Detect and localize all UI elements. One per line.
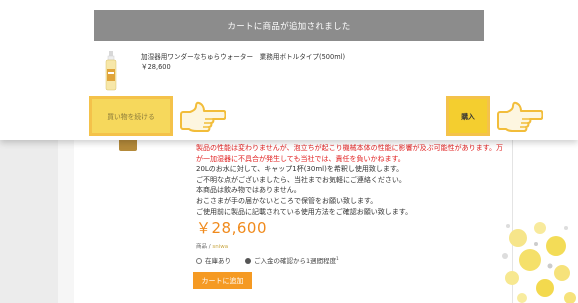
shipping-info: ご入金の確認から1週間程度1	[245, 255, 339, 265]
decorative-dots	[502, 222, 576, 303]
product-description: 製品の性能は変わりませんが、泡立ちが起こり機械本体の性能に影響が及ぶ可能性があり…	[196, 143, 508, 217]
bottle-icon	[105, 51, 117, 91]
availability-row: 在庫あり ご入金の確認から1週間程度1	[196, 255, 339, 265]
description-line: 20Lのお水に対して、キャップ1杯(30ml)を希釈し使用致します。	[196, 165, 404, 174]
product-price: ￥28,600	[196, 219, 267, 237]
pointing-hand-icon	[497, 101, 543, 132]
description-line: ご使用前に製品に記載されている使用方法をご確認お願い致します。	[196, 207, 413, 216]
shipping-footnote: 1	[336, 255, 339, 261]
description-warning: 製品の性能は変わりませんが、泡立ちが起こり機械本体の性能に影響が及ぶ可能性があり…	[196, 144, 503, 163]
continue-shopping-button[interactable]: 買い物を続ける	[92, 99, 170, 133]
description-line: ご不明な点がございましたら、当社までお気軽にご連絡ください。	[196, 175, 406, 184]
product-sku: 商品 / sniwa	[196, 242, 228, 250]
description-line: 本商品は飲み物ではありません。	[196, 186, 301, 195]
info-circle-icon	[245, 258, 251, 264]
description-line: おこさまが手の届かないところで保管をお願い致します。	[196, 196, 378, 205]
add-to-cart-modal: カートに商品が追加されました 加湿器用ワンダーなちゅらウォーター 業務用ボトルタ…	[0, 0, 578, 140]
product-image-peek	[119, 140, 137, 151]
shipping-label: ご入金の確認から1週間程度	[254, 257, 337, 265]
modal-product-price: ￥28,600	[141, 63, 171, 71]
stock-label: 在庫あり	[205, 257, 231, 265]
buy-button[interactable]: 購入	[449, 99, 487, 133]
sku-label: 商品 /	[196, 244, 213, 250]
stock-status: 在庫あり	[196, 255, 231, 265]
add-to-cart-button[interactable]: カートに追加	[193, 272, 252, 289]
modal-header: カートに商品が追加されました	[94, 10, 484, 41]
left-gutter-edge	[58, 140, 74, 303]
modal-product-name: 加湿器用ワンダーなちゅらウォーター 業務用ボトルタイプ(500ml)	[141, 53, 346, 61]
check-circle-icon	[196, 258, 202, 264]
pointing-hand-icon	[180, 101, 226, 132]
sku-value: sniwa	[212, 244, 229, 250]
